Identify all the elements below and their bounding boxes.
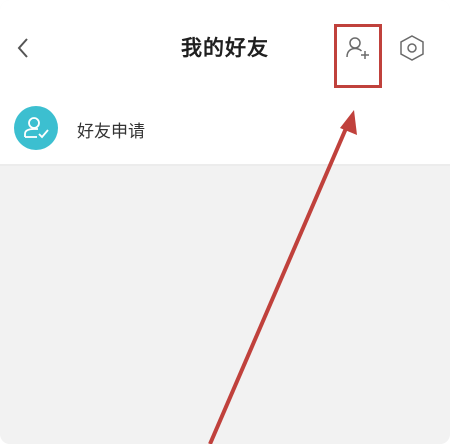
page-title: 我的好友 [181,36,269,60]
friend-request-label: 好友申请 [77,122,145,142]
add-friend-icon [346,37,369,59]
friend-request-avatar [14,106,58,150]
friend-request-item[interactable]: 好友申请 [0,100,450,164]
settings-button[interactable] [396,31,428,65]
friend-list-area [0,166,450,444]
hexagon-settings-icon [400,35,424,61]
user-check-icon [24,117,49,139]
navigation-bar: 我的好友 [0,0,450,100]
screen: 我的好友 好友申请 [0,0,450,444]
add-friend-button[interactable] [338,29,378,67]
